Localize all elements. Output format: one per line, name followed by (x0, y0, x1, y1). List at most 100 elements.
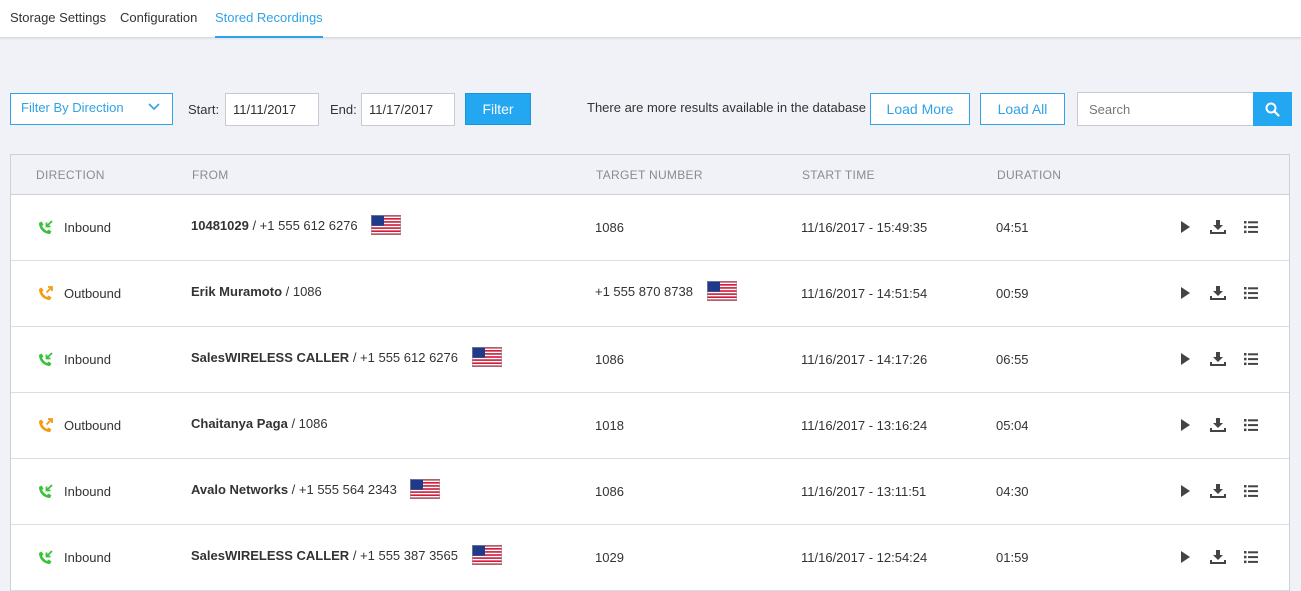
duration-cell: 00:59 (996, 286, 1029, 301)
list-icon[interactable] (1243, 285, 1259, 301)
from-name: SalesWIRELESS CALLER (191, 548, 350, 563)
table-row[interactable]: Inbound 10481029 / +1 555 612 6276 1086 11… (11, 195, 1289, 261)
from-name: Erik Muramoto (191, 284, 283, 299)
end-date-input[interactable] (361, 93, 455, 126)
phone-inbound-icon (39, 484, 53, 498)
download-icon[interactable] (1210, 483, 1226, 499)
target-number: 1018 (595, 418, 624, 433)
us-flag-icon (471, 544, 502, 565)
tab-configuration[interactable]: Configuration (120, 10, 197, 38)
load-more-button[interactable]: Load More (870, 93, 970, 125)
duration-cell: 05:04 (996, 418, 1029, 433)
target-number-cell: 1086 (595, 484, 624, 499)
direction-label: Inbound (64, 220, 111, 235)
play-icon[interactable] (1177, 549, 1193, 565)
direction-label: Inbound (64, 550, 111, 565)
header-direction: DIRECTION (36, 168, 105, 182)
search-icon (1265, 102, 1280, 117)
filter-button[interactable]: Filter (465, 93, 531, 125)
start-time-cell: 11/16/2017 - 15:49:35 (801, 220, 928, 235)
table-row[interactable]: Inbound SalesWIRELESS CALLER / +1 555 612… (11, 327, 1289, 393)
header-duration: DURATION (997, 168, 1062, 182)
from-name: SalesWIRELESS CALLER (191, 350, 350, 365)
phone-inbound-icon (39, 550, 53, 564)
play-icon[interactable] (1177, 285, 1193, 301)
start-time-cell: 11/16/2017 - 13:16:24 (801, 418, 928, 433)
header-start-time: START TIME (802, 168, 875, 182)
from-name: Chaitanya Paga (191, 416, 288, 431)
list-icon[interactable] (1243, 483, 1259, 499)
load-all-button[interactable]: Load All (980, 93, 1065, 125)
start-date-input[interactable] (225, 93, 319, 126)
download-icon[interactable] (1210, 219, 1226, 235)
table-header: DIRECTION FROM TARGET NUMBER START TIME … (11, 155, 1289, 195)
download-icon[interactable] (1210, 351, 1226, 367)
target-number: 1086 (595, 352, 624, 367)
from-number: / 1086 (282, 284, 322, 299)
direction-label: Inbound (64, 484, 111, 499)
target-number-cell: +1 555 870 8738 (595, 280, 737, 301)
us-flag-icon (706, 280, 737, 301)
chevron-down-icon (148, 103, 160, 111)
duration-cell: 01:59 (996, 550, 1029, 565)
from-name: Avalo Networks (191, 482, 289, 497)
search-input[interactable] (1077, 92, 1253, 126)
play-icon[interactable] (1177, 351, 1193, 367)
from-cell: Avalo Networks / +1 555 564 2343 (191, 478, 441, 499)
list-icon[interactable] (1243, 351, 1259, 367)
us-flag-icon (371, 214, 402, 235)
play-icon[interactable] (1177, 219, 1193, 235)
target-number-cell: 1086 (595, 352, 624, 367)
start-time-cell: 11/16/2017 - 12:54:24 (801, 550, 928, 565)
phone-inbound-icon (39, 352, 53, 366)
target-number: 1029 (595, 550, 624, 565)
download-icon[interactable] (1210, 285, 1226, 301)
more-results-notice: There are more results available in the … (587, 100, 866, 115)
us-flag-icon (471, 346, 502, 367)
header-from: FROM (192, 168, 229, 182)
table-row[interactable]: Inbound Avalo Networks / +1 555 564 2343 … (11, 459, 1289, 525)
direction-label: Outbound (64, 286, 122, 301)
header-target-number: TARGET NUMBER (596, 168, 703, 182)
target-number: +1 555 870 8738 (595, 284, 693, 299)
from-cell: 10481029 / +1 555 612 6276 (191, 214, 402, 235)
play-icon[interactable] (1177, 483, 1193, 499)
target-number-cell: 1018 (595, 418, 624, 433)
from-number: / 1086 (287, 416, 328, 431)
from-number: / +1 555 612 6276 (349, 350, 458, 365)
target-number: 1086 (595, 484, 624, 499)
target-number: 1086 (595, 220, 624, 235)
end-date-label: End: (330, 102, 357, 117)
direction-label: Outbound (64, 418, 122, 433)
direction-filter-dropdown[interactable]: Filter By Direction (10, 93, 173, 125)
download-icon[interactable] (1210, 417, 1226, 433)
start-time-cell: 11/16/2017 - 13:11:51 (801, 484, 927, 499)
from-cell: Erik Muramoto / 1086 (191, 284, 322, 299)
start-time-cell: 11/16/2017 - 14:51:54 (801, 286, 928, 301)
duration-cell: 04:30 (996, 484, 1029, 499)
direction-label: Inbound (64, 352, 111, 367)
start-date-label: Start: (188, 102, 220, 117)
list-icon[interactable] (1243, 549, 1259, 565)
table-row[interactable]: Inbound SalesWIRELESS CALLER / +1 555 387… (11, 525, 1289, 591)
start-time-cell: 11/16/2017 - 14:17:26 (801, 352, 928, 367)
download-icon[interactable] (1210, 549, 1226, 565)
duration-cell: 04:51 (996, 220, 1029, 235)
search-button[interactable] (1253, 92, 1292, 126)
tab-stored-recordings[interactable]: Stored Recordings (215, 10, 323, 38)
from-cell: SalesWIRELESS CALLER / +1 555 387 3565 (191, 544, 502, 565)
play-icon[interactable] (1177, 417, 1193, 433)
from-number: / +1 555 387 3565 (349, 548, 458, 563)
phone-outbound-icon (39, 286, 53, 300)
target-number-cell: 1086 (595, 220, 624, 235)
list-icon[interactable] (1243, 219, 1259, 235)
table-row[interactable]: Outbound Erik Muramoto / 1086 +1 555 870 8… (11, 261, 1289, 327)
recordings-table: DIRECTION FROM TARGET NUMBER START TIME … (10, 154, 1290, 591)
phone-inbound-icon (39, 220, 53, 234)
tab-storage-settings[interactable]: Storage Settings (10, 10, 106, 38)
table-row[interactable]: Outbound Chaitanya Paga / 1086 1018 11/16/2… (11, 393, 1289, 459)
duration-cell: 06:55 (996, 352, 1029, 367)
from-name: 10481029 (191, 218, 249, 233)
list-icon[interactable] (1243, 417, 1259, 433)
us-flag-icon (410, 478, 441, 499)
